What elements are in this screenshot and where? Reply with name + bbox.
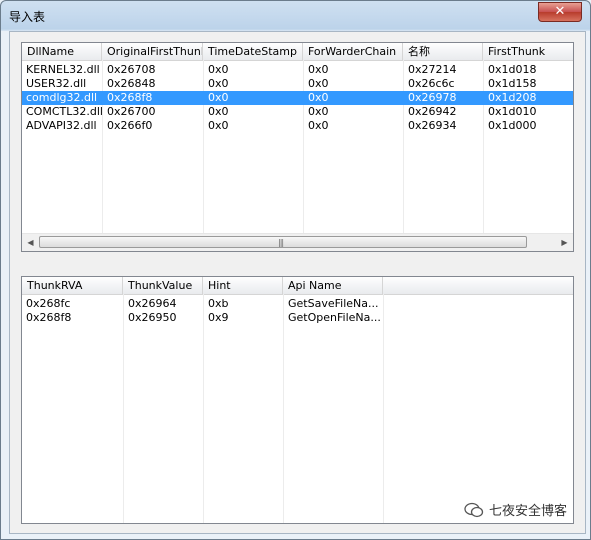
cell-originalfirstthunk: 0x266f0 — [107, 119, 153, 132]
cell-originalfirstthunk: 0x26848 — [107, 77, 156, 90]
column-header-api-name[interactable]: Api Name — [283, 277, 383, 294]
cell-thunkrva: 0x268f8 — [26, 311, 72, 324]
cell-thunkvalue: 0x26964 — [128, 297, 177, 310]
close-icon: ✕ — [554, 4, 566, 19]
cell-dllname: comdlg32.dll — [26, 91, 98, 104]
cell-api-name: GetOpenFileNa... — [288, 311, 381, 324]
table-row[interactable]: USER32.dll 0x26848 0x0 0x0 0x26c6c 0x1d1… — [22, 77, 573, 91]
cell-hint: 0xb — [208, 297, 229, 310]
cell-forwarderchain: 0x0 — [308, 105, 329, 118]
cell-forwarderchain: 0x0 — [308, 119, 329, 132]
column-header-thunkvalue[interactable]: ThunkValue — [123, 277, 203, 294]
close-button[interactable]: ✕ — [538, 2, 582, 22]
cell-forwarderchain: 0x0 — [308, 63, 329, 76]
watermark: 七夜安全博客 — [464, 500, 567, 519]
cell-timedatestamp: 0x0 — [208, 119, 229, 132]
cell-originalfirstthunk: 0x26708 — [107, 63, 156, 76]
cell-forwarderchain: 0x0 — [308, 77, 329, 90]
cell-name: 0x26934 — [408, 119, 457, 132]
column-header-hint[interactable]: Hint — [203, 277, 283, 294]
cell-originalfirstthunk: 0x268f8 — [107, 91, 153, 104]
grid-line — [203, 294, 204, 523]
wechat-icon — [464, 502, 484, 518]
dll-list-view[interactable]: DllName OriginalFirstThunk TimeDateStamp… — [21, 42, 574, 252]
grid-line — [383, 294, 384, 523]
cell-dllname: USER32.dll — [26, 77, 87, 90]
column-header-originalfirstthunk[interactable]: OriginalFirstThunk — [102, 43, 203, 60]
function-list-header: ThunkRVA ThunkValue Hint Api Name — [22, 277, 573, 295]
cell-thunkvalue: 0x26950 — [128, 311, 177, 324]
cell-thunkrva: 0x268fc — [26, 297, 71, 310]
cell-forwarderchain: 0x0 — [308, 91, 329, 104]
column-header-forwarderchain[interactable]: ForWarderChain — [303, 43, 403, 60]
column-header-timedatestamp[interactable]: TimeDateStamp — [203, 43, 303, 60]
cell-firstthunk: 0x1d000 — [488, 119, 537, 132]
watermark-text: 七夜安全博客 — [488, 504, 567, 519]
table-row[interactable]: ADVAPI32.dll 0x266f0 0x0 0x0 0x26934 0x1… — [22, 119, 573, 133]
column-header-thunkrva[interactable]: ThunkRVA — [22, 277, 123, 294]
column-header-name[interactable]: 名称 — [403, 43, 483, 60]
cell-name: 0x27214 — [408, 63, 457, 76]
cell-timedatestamp: 0x0 — [208, 91, 229, 104]
column-header-firstthunk[interactable]: FirstThunk — [483, 43, 573, 60]
cell-name: 0x26942 — [408, 105, 457, 118]
cell-timedatestamp: 0x0 — [208, 77, 229, 90]
cell-name: 0x26c6c — [408, 77, 455, 90]
table-row[interactable]: COMCTL32.dll 0x26700 0x0 0x0 0x26942 0x1… — [22, 105, 573, 119]
import-table-window: 导入表 ✕ DllName OriginalFirstThunk TimeDat… — [0, 0, 591, 540]
cell-firstthunk: 0x1d010 — [488, 105, 537, 118]
cell-name: 0x26978 — [408, 91, 457, 104]
cell-firstthunk: 0x1d158 — [488, 77, 537, 90]
column-header-dllname[interactable]: DllName — [22, 43, 102, 60]
title-bar[interactable]: 导入表 ✕ — [1, 1, 590, 29]
cell-dllname: KERNEL32.dll — [26, 63, 100, 76]
cell-firstthunk: 0x1d018 — [488, 63, 537, 76]
table-row[interactable]: 0x268f8 0x26950 0x9 GetOpenFileNa... — [22, 311, 573, 325]
cell-firstthunk: 0x1d208 — [488, 91, 537, 104]
horizontal-scrollbar[interactable]: ◀ ||| ▶ — [22, 233, 573, 251]
cell-dllname: ADVAPI32.dll — [26, 119, 97, 132]
cell-api-name: GetSaveFileNa... — [288, 297, 379, 310]
client-area: DllName OriginalFirstThunk TimeDateStamp… — [9, 31, 586, 534]
scroll-right-arrow-icon[interactable]: ▶ — [556, 234, 573, 251]
scroll-left-arrow-icon[interactable]: ◀ — [22, 234, 39, 251]
table-row-selected[interactable]: comdlg32.dll 0x268f8 0x0 0x0 0x26978 0x1… — [22, 91, 573, 105]
grip-icon: ||| — [278, 238, 284, 247]
cell-timedatestamp: 0x0 — [208, 105, 229, 118]
window-title: 导入表 — [9, 10, 46, 24]
cell-hint: 0x9 — [208, 311, 229, 324]
grid-line — [283, 294, 284, 523]
scroll-thumb[interactable]: ||| — [39, 236, 527, 248]
table-row[interactable]: 0x268fc 0x26964 0xb GetSaveFileNa... — [22, 297, 573, 311]
function-list-view[interactable]: ThunkRVA ThunkValue Hint Api Name 0x268f… — [21, 276, 574, 524]
cell-originalfirstthunk: 0x26700 — [107, 105, 156, 118]
dll-list-header: DllName OriginalFirstThunk TimeDateStamp… — [22, 43, 573, 61]
cell-timedatestamp: 0x0 — [208, 63, 229, 76]
table-row[interactable]: KERNEL32.dll 0x26708 0x0 0x0 0x27214 0x1… — [22, 63, 573, 77]
cell-dllname: COMCTL32.dll — [26, 105, 102, 118]
grid-line — [123, 294, 124, 523]
